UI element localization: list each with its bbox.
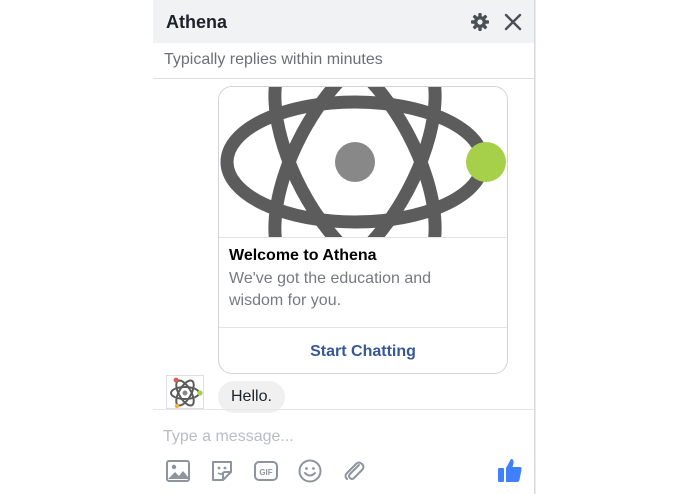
gear-icon[interactable] (470, 12, 490, 32)
atom-logo (220, 87, 506, 285)
message-input[interactable] (163, 424, 503, 450)
card-description: We've got the education and wisdom for y… (229, 270, 432, 309)
photo-icon[interactable] (165, 458, 191, 484)
close-icon[interactable] (503, 12, 523, 32)
svg-text:GIF: GIF (259, 468, 272, 477)
chat-header: Athena (153, 0, 534, 43)
gif-icon[interactable]: GIF (253, 458, 279, 484)
composer-divider (153, 409, 534, 410)
emoji-icon[interactable] (297, 458, 323, 484)
card-image (219, 87, 507, 285)
chat-title: Athena (166, 12, 228, 32)
sticker-icon[interactable] (209, 458, 235, 484)
start-chatting-button[interactable]: Start Chatting (219, 327, 507, 373)
chat-window: Athena Typically replies within minutes (153, 0, 535, 494)
chat-subheader: Typically replies within minutes (153, 43, 534, 79)
atom-avatar-icon (166, 375, 204, 409)
response-time-text: Typically replies within minutes (164, 51, 383, 68)
attachment-icon[interactable] (341, 458, 367, 484)
welcome-card: Welcome to Athena We've got the educatio… (218, 86, 508, 374)
page-divider (535, 0, 536, 494)
card-title: Welcome to Athena (229, 247, 377, 264)
thumbs-up-icon[interactable] (496, 456, 524, 484)
